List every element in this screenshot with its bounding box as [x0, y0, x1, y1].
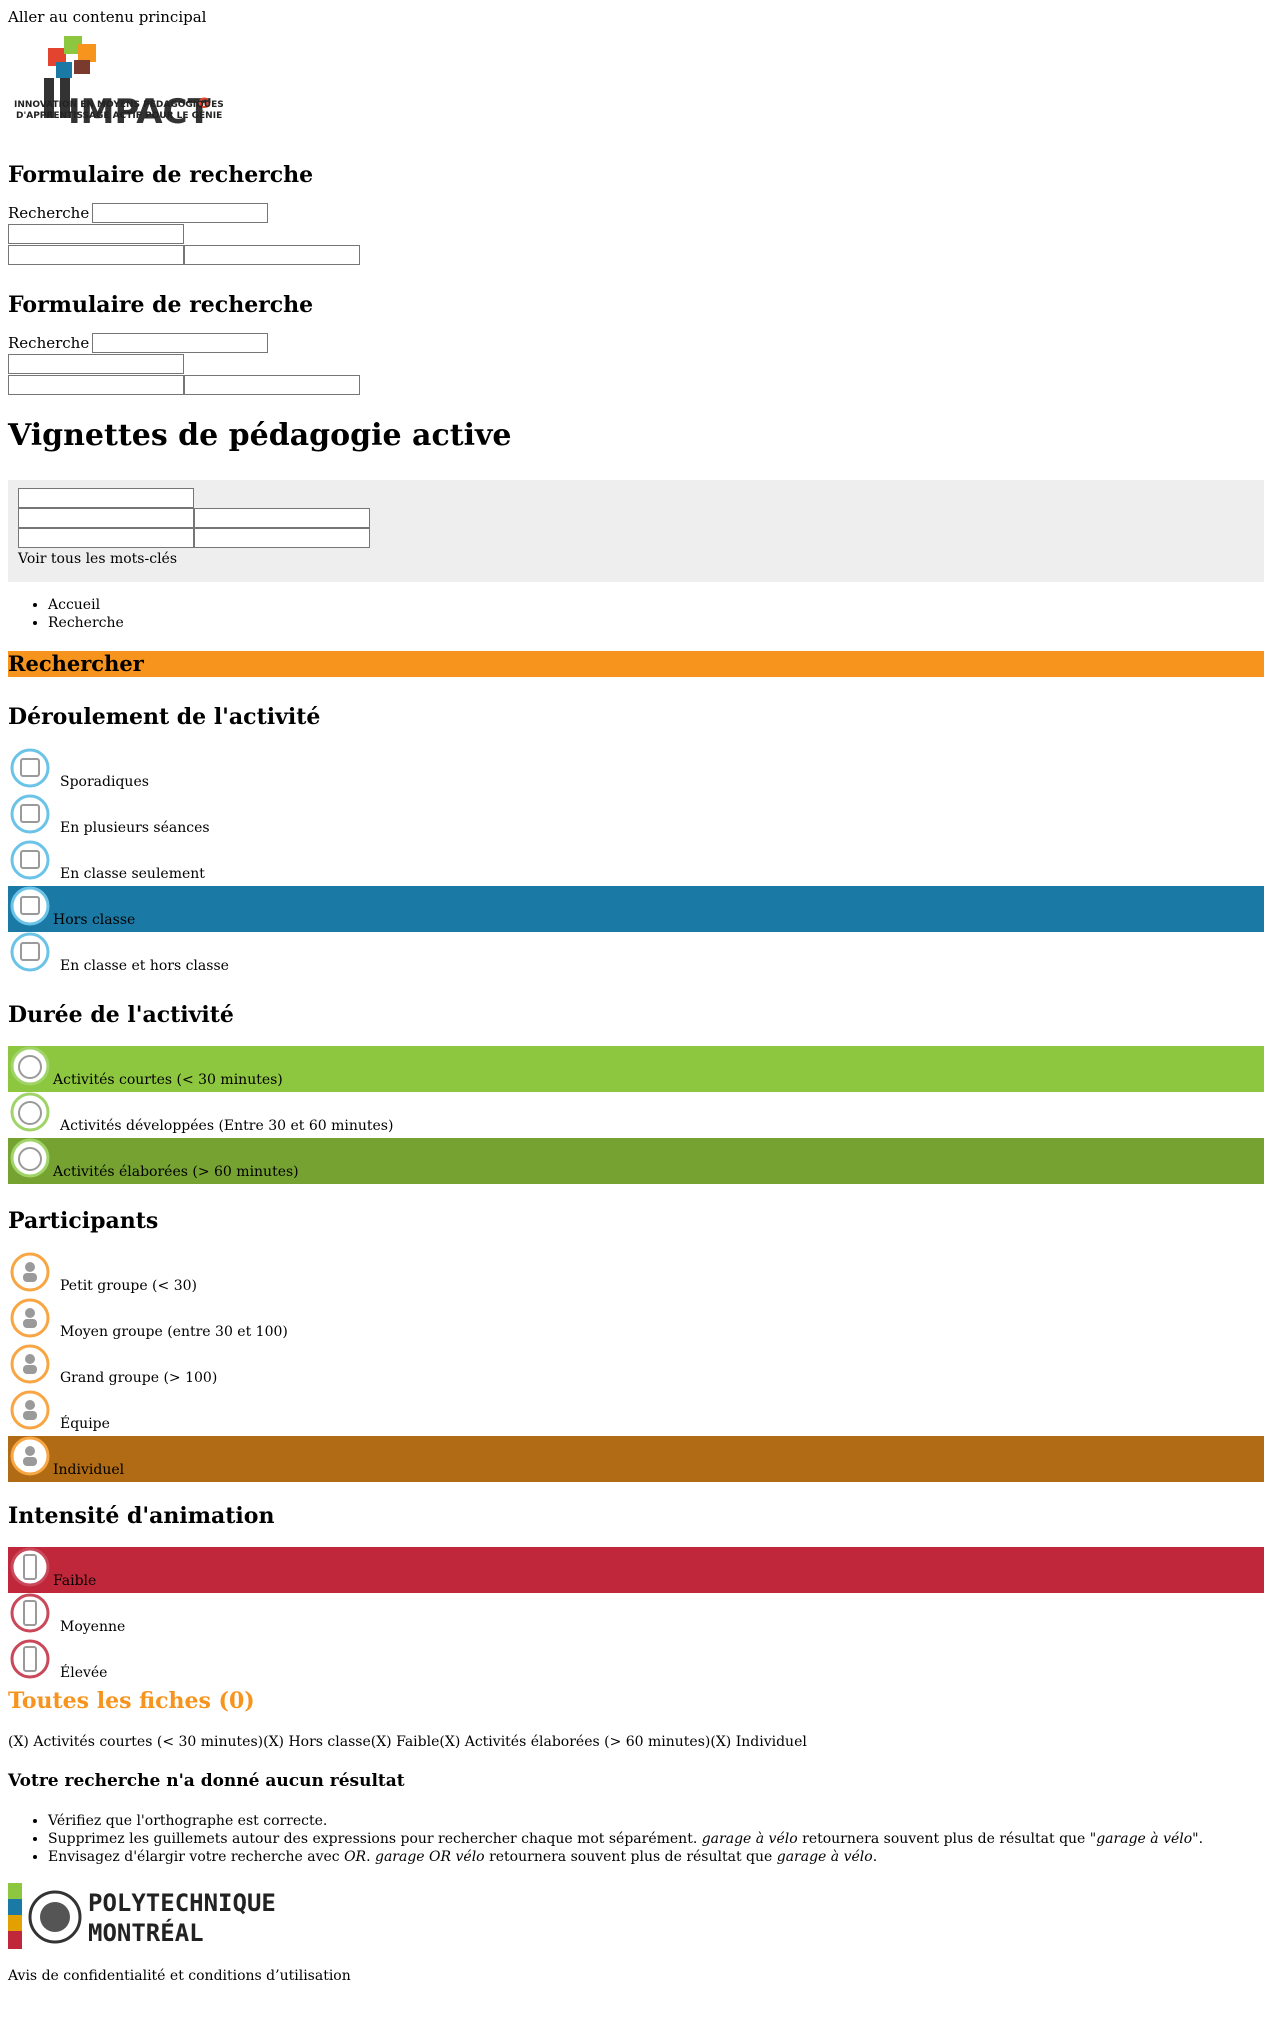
facet-option-label: Activités courtes (< 30 minutes)	[53, 1072, 283, 1088]
facet-option[interactable]: Faible	[8, 1547, 1264, 1593]
tip-item: Supprimez les guillemets autour des expr…	[48, 1830, 1203, 1848]
facet-option-label: Équipe	[60, 1416, 110, 1432]
facet-option[interactable]: Élevée	[8, 1639, 1264, 1685]
search-field-2[interactable]	[8, 223, 184, 244]
active-filter-chip[interactable]: (X) Individuel	[710, 1734, 806, 1750]
battery-medium-icon	[8, 1593, 54, 1633]
search-section-header: Rechercher	[8, 651, 1264, 677]
team-icon	[8, 1390, 54, 1430]
search-input[interactable]	[92, 202, 269, 223]
poly-line1: POLYTECHNIQUE	[88, 1889, 276, 1917]
facet-option[interactable]: En classe et hors classe	[8, 932, 1264, 978]
calendar-plus-icon	[8, 794, 54, 834]
tree-icon	[8, 886, 54, 926]
keyword-field-3[interactable]	[194, 508, 370, 528]
facet-title-intensite: Intensité d'animation	[8, 1503, 275, 1529]
search-form-title: Formulaire de recherche	[8, 162, 314, 188]
battery-high-icon	[8, 1639, 54, 1679]
search-tips: Vérifiez que l'orthographe est correcte.…	[8, 1812, 1203, 1866]
facet-option[interactable]: Activités courtes (< 30 minutes)	[8, 1046, 1264, 1092]
facet-title-participants: Participants	[8, 1208, 159, 1234]
tip-item: Envisagez d'élargir votre recherche avec…	[48, 1848, 1203, 1866]
search-field-4[interactable]	[184, 374, 360, 395]
breadcrumb-search: Recherche	[48, 614, 124, 632]
no-results-title: Votre recherche n'a donné aucun résultat	[8, 1771, 405, 1791]
facet-option-label: En classe et hors classe	[60, 958, 229, 974]
search-field-3[interactable]	[8, 244, 184, 265]
battery-low-icon	[8, 1547, 54, 1587]
keyword-field-5[interactable]	[194, 528, 370, 548]
facet-title-duree: Durée de l'activité	[8, 1002, 234, 1028]
page-title: Vignettes de pédagogie active	[8, 418, 512, 453]
facet-option-label: Activités élaborées (> 60 minutes)	[53, 1164, 299, 1180]
facet-option[interactable]: Petit groupe (< 30)	[8, 1252, 1264, 1298]
facet-option-label: En plusieurs séances	[60, 820, 210, 836]
calendar-dots-icon	[8, 748, 54, 788]
breadcrumb-home[interactable]: Accueil	[48, 596, 124, 614]
results-title: Toutes les fiches (0)	[8, 1688, 255, 1714]
facet-option-label: Moyenne	[60, 1619, 126, 1635]
facet-option-label: Grand groupe (> 100)	[60, 1370, 218, 1386]
skip-to-content-link[interactable]: Aller au contenu principal	[8, 8, 206, 26]
keyword-field-2[interactable]	[18, 508, 194, 528]
facet-option-label: Activités développées (Entre 30 et 60 mi…	[60, 1118, 394, 1134]
facet-title-deroulement: Déroulement de l'activité	[8, 704, 321, 730]
small-group-icon	[8, 1252, 54, 1292]
active-filter-chip[interactable]: (X) Faible	[371, 1734, 440, 1750]
see-all-keywords-link[interactable]: Voir tous les mots-clés	[18, 551, 1254, 567]
facet-option[interactable]: Activités développées (Entre 30 et 60 mi…	[8, 1092, 1264, 1138]
logo-tagline-2: D'APPRENTISSAGE ACTIF POUR LE GÉNIE	[16, 111, 223, 121]
medium-group-icon	[8, 1298, 54, 1338]
facet-option[interactable]: Moyenne	[8, 1593, 1264, 1639]
class-and-outside-icon	[8, 932, 54, 972]
facet-option[interactable]: Équipe	[8, 1390, 1264, 1436]
facet-option[interactable]: Individuel	[8, 1436, 1264, 1482]
facet-option-label: Moyen groupe (entre 30 et 100)	[60, 1324, 288, 1340]
facet-option-label: En classe seulement	[60, 866, 205, 882]
search-field-4[interactable]	[184, 244, 360, 265]
logo-tagline-1: INNOVATION EN MOYENS PÉDAGOGIQUES	[14, 100, 224, 110]
facet-option-label: Petit groupe (< 30)	[60, 1278, 197, 1294]
active-filter-chip[interactable]: (X) Activités courtes (< 30 minutes)	[8, 1734, 263, 1750]
individual-icon	[8, 1436, 54, 1476]
search-form-title: Formulaire de recherche	[8, 292, 314, 318]
facet-option-label: Élevée	[60, 1665, 108, 1681]
search-form-1: Formulaire de recherche Recherche	[8, 162, 408, 265]
search-field-3[interactable]	[8, 374, 184, 395]
search-field-2[interactable]	[8, 353, 184, 374]
polytechnique-logo[interactable]: POLYTECHNIQUE MONTRÉAL	[8, 1883, 308, 1949]
large-group-icon	[8, 1344, 54, 1384]
timer-lt30-icon	[8, 1046, 54, 1086]
search-label: Recherche	[8, 333, 90, 352]
facet-option[interactable]: En classe seulement	[8, 840, 1264, 886]
active-filters: (X) Activités courtes (< 30 minutes)(X) …	[8, 1734, 807, 1750]
facet-option-label: Sporadiques	[60, 774, 149, 790]
keyword-filter-box: Voir tous les mots-clés	[8, 480, 1264, 582]
poly-line2: MONTRÉAL	[88, 1918, 204, 1947]
impact-logo[interactable]: IMPACT G INNOVATION EN MOYENS PÉDAGOGIQU…	[8, 30, 228, 134]
timer-gt60-icon	[8, 1138, 54, 1178]
keyword-field-4[interactable]	[18, 528, 194, 548]
search-label: Recherche	[8, 203, 90, 222]
privacy-link[interactable]: Avis de confidentialité et conditions d’…	[8, 1968, 351, 1984]
facet-option-label: Faible	[53, 1573, 97, 1589]
facet-option[interactable]: En plusieurs séances	[8, 794, 1264, 840]
timer-30-60-icon	[8, 1092, 54, 1132]
polytechnique-seal-icon: POLYTECHNIQUE MONTRÉAL	[8, 1883, 276, 1949]
search-input[interactable]	[92, 332, 269, 353]
classroom-icon	[8, 840, 54, 880]
facet-option[interactable]: Sporadiques	[8, 748, 1264, 794]
keyword-field-1[interactable]	[18, 488, 194, 508]
breadcrumb: Accueil Recherche	[8, 596, 124, 632]
active-filter-chip[interactable]: (X) Hors classe	[263, 1734, 371, 1750]
facet-option[interactable]: Grand groupe (> 100)	[8, 1344, 1264, 1390]
facet-option-label: Hors classe	[53, 912, 136, 928]
active-filter-chip[interactable]: (X) Activités élaborées (> 60 minutes)	[439, 1734, 710, 1750]
facet-option[interactable]: Activités élaborées (> 60 minutes)	[8, 1138, 1264, 1184]
tip-item: Vérifiez que l'orthographe est correcte.	[48, 1812, 1203, 1830]
search-form-2: Formulaire de recherche Recherche	[8, 292, 408, 395]
facet-option[interactable]: Moyen groupe (entre 30 et 100)	[8, 1298, 1264, 1344]
facet-option-label: Individuel	[53, 1462, 125, 1478]
facet-option[interactable]: Hors classe	[8, 886, 1264, 932]
